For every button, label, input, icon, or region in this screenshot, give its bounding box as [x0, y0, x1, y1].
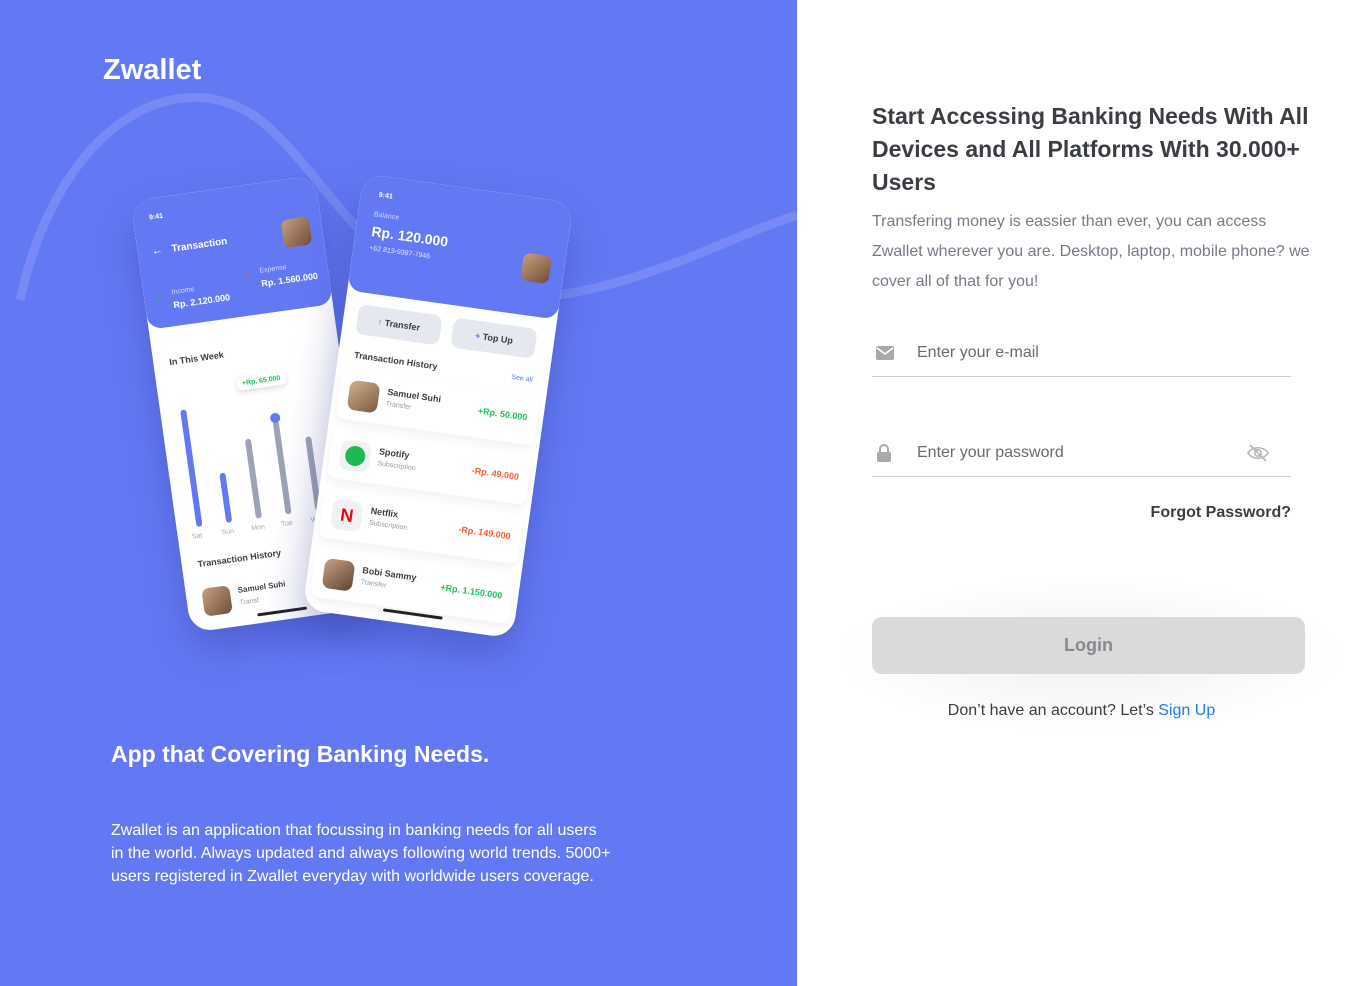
transaction-type: Subscription	[376, 460, 417, 473]
avatar	[321, 557, 356, 592]
netflix-icon: N	[329, 498, 364, 533]
see-all-link: See all	[510, 373, 533, 384]
signup-prompt: Don’t have an account? Let’s Sign Up	[872, 702, 1291, 720]
bar-highlight-dot	[269, 412, 281, 424]
transaction-type: Transfer	[360, 578, 387, 590]
transaction-list: Samuel Suhi Transfer +Rp. 50.000 Spotify…	[309, 368, 541, 633]
history-label: Transaction History	[353, 349, 439, 372]
envelope-icon	[876, 346, 894, 360]
transaction-amount: +Rp. 50.000	[477, 405, 528, 423]
transfer-button: ↑ Transfer	[355, 304, 443, 346]
signup-prefix: Don’t have an account? Let’s	[947, 702, 1159, 719]
topup-button: + Top Up	[450, 317, 538, 359]
forgot-password-link[interactable]: Forgot Password?	[1100, 504, 1291, 522]
spotify-icon	[338, 439, 373, 473]
avatar	[520, 252, 552, 285]
transaction-amount: +Rp. 1.150.000	[439, 582, 503, 601]
password-input[interactable]	[917, 441, 1237, 465]
day-label: Sat	[191, 532, 203, 541]
transaction-name: Netflix	[370, 505, 399, 520]
transaction-type: Subscription	[368, 519, 408, 532]
day-label: Tue	[280, 519, 294, 529]
avatar	[346, 379, 381, 414]
lock-icon	[877, 444, 891, 462]
signup-link[interactable]: Sign Up	[1158, 702, 1215, 719]
left-description: Zwallet is an application that focussing…	[111, 822, 611, 885]
transaction-name: Spotify	[378, 446, 411, 461]
avatar	[280, 216, 313, 249]
history-item-name: Samuel Suhi	[237, 579, 286, 595]
transfer-label: Transfer	[384, 317, 421, 333]
login-button[interactable]: Login	[872, 617, 1305, 674]
day-label: Mon	[250, 523, 266, 533]
page-title: Start Accessing Banking Needs With All D…	[872, 103, 1309, 195]
email-field	[872, 335, 1291, 377]
left-panel: Zwallet 9:41 ← Transaction ↓ Income Rp. …	[0, 0, 797, 986]
brand-logo: Zwallet	[103, 54, 202, 86]
history-label: Transaction History	[197, 547, 282, 570]
week-label: In This Week	[168, 349, 225, 368]
bar-mon	[244, 438, 262, 519]
back-arrow-icon: ←	[150, 244, 164, 258]
day-label: Sun	[221, 527, 235, 537]
transaction-amount: -Rp. 49.000	[471, 465, 520, 482]
bar-sun	[219, 472, 233, 523]
email-input[interactable]	[917, 341, 1237, 365]
bar-sat	[180, 409, 203, 528]
topup-label: Top Up	[482, 331, 514, 346]
transaction-type: Transfer	[385, 400, 412, 412]
bar-tue	[272, 420, 292, 515]
home-indicator	[257, 606, 308, 617]
transaction-amount: -Rp. 149.000	[457, 524, 512, 542]
avatar	[201, 585, 233, 617]
left-headline: App that Covering Banking Needs.	[111, 741, 490, 767]
password-field	[872, 435, 1291, 477]
history-item-sub: Transf	[239, 597, 260, 607]
chart-tooltip: +Rp. 65.000	[236, 371, 287, 391]
eye-slash-icon[interactable]	[1247, 443, 1269, 463]
page-description: Transfering money is eassier than ever, …	[872, 213, 1310, 290]
